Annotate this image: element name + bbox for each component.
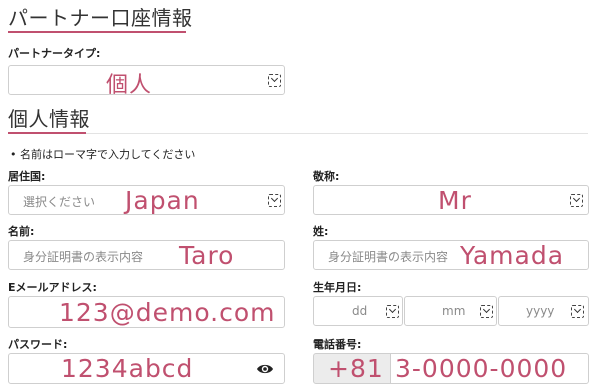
chevron-down-icon (268, 194, 281, 207)
first-name-input[interactable]: 身分証明書の表示内容 Taro (8, 240, 285, 270)
first-name-value: Taro (179, 241, 235, 270)
note-text: 名前はローマ字で入力してください (20, 148, 196, 161)
password-value: 1234abcd (61, 354, 194, 383)
phone-number-input[interactable]: 3-0000-0000 (390, 353, 589, 384)
birth-month-select[interactable]: mm (404, 296, 497, 326)
birth-day-select[interactable]: dd (313, 296, 403, 326)
birth-month-placeholder: mm (442, 304, 466, 318)
chevron-down-icon (386, 305, 399, 318)
first-name-placeholder: 身分証明書の表示内容 (23, 250, 144, 264)
chevron-down-icon (268, 74, 281, 87)
eye-icon[interactable] (256, 362, 274, 376)
email-input[interactable]: 123@demo.com (8, 296, 285, 328)
password-label: パスワード: (8, 338, 68, 351)
residence-select[interactable]: 選択ください Japan (8, 185, 285, 215)
note-bullet: • (10, 148, 17, 161)
title-label: 敬称: (313, 170, 340, 183)
last-name-value: Yamada (460, 241, 565, 270)
personal-section-title: 個人情報 (8, 107, 90, 131)
partner-type-label: パートナータイプ: (8, 47, 101, 60)
birth-day-placeholder: dd (352, 304, 368, 318)
residence-placeholder: 選択ください (23, 195, 96, 209)
password-input[interactable]: 1234abcd (8, 353, 285, 384)
chevron-down-icon (570, 194, 583, 207)
first-name-label: 名前: (8, 225, 35, 238)
romaji-note: • 名前はローマ字で入力してください (10, 146, 195, 162)
residence-value: Japan (125, 186, 200, 215)
partner-section-title: パートナー口座情報 (8, 6, 193, 30)
phone-number-value: 3-0000-0000 (395, 354, 568, 383)
country-code-value: +81 (328, 354, 384, 383)
last-name-input[interactable]: 身分証明書の表示内容 Yamada (313, 240, 589, 270)
partner-type-select[interactable]: 個人 (8, 65, 285, 98)
birth-year-select[interactable]: yyyy (498, 296, 589, 326)
email-label: Eメールアドレス: (8, 281, 97, 294)
phone-label: 電話番号: (313, 338, 362, 351)
partner-type-value: 個人 (106, 73, 153, 98)
personal-section-rule (8, 133, 588, 134)
last-name-label: 姓: (313, 225, 329, 238)
title-value: Mr (438, 186, 472, 215)
birth-year-placeholder: yyyy (526, 304, 555, 318)
chevron-down-icon (480, 305, 493, 318)
last-name-placeholder: 身分証明書の表示内容 (328, 250, 449, 264)
chevron-down-icon (571, 305, 584, 318)
phone-country-code[interactable]: +81 (313, 353, 391, 384)
email-value: 123@demo.com (59, 298, 276, 327)
title-select[interactable]: Mr (313, 185, 589, 215)
birthdate-label: 生年月日: (313, 281, 362, 294)
personal-section-underline (8, 132, 86, 134)
residence-label: 居住国: (8, 170, 46, 183)
partner-section-underline (8, 31, 186, 33)
